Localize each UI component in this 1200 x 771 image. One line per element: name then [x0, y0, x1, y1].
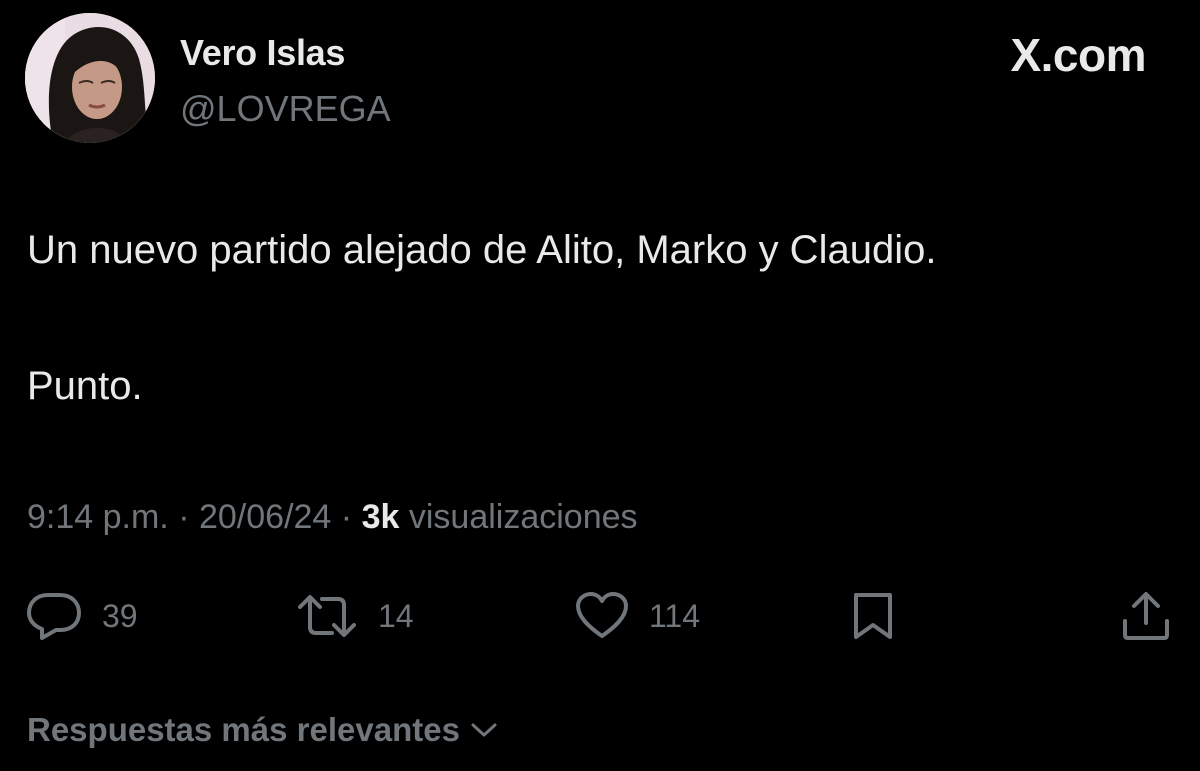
- tweet-meta: 9:14 p.m. · 20/06/24 · 3k visualizacione…: [27, 498, 638, 537]
- tweet-date[interactable]: 20/06/24: [199, 498, 331, 536]
- share-button[interactable]: [1120, 591, 1172, 641]
- replies-sort-label: Respuestas más relevantes: [27, 711, 460, 748]
- author-display-name[interactable]: Vero Islas: [180, 32, 345, 74]
- profile-photo: [25, 13, 155, 143]
- reply-icon: [27, 593, 81, 640]
- views-label: visualizaciones: [408, 498, 638, 536]
- chevron-down-icon: [471, 723, 497, 737]
- bookmark-button[interactable]: [850, 591, 896, 641]
- repost-count: 14: [378, 597, 414, 634]
- bookmark-icon: [854, 593, 892, 639]
- tweet-text-line: Un nuevo partido alejado de Alito, Marko…: [27, 228, 937, 272]
- tweet-time[interactable]: 9:14 p.m.: [27, 498, 169, 536]
- meta-separator: ·: [340, 498, 353, 536]
- views-count: 3k: [361, 498, 400, 536]
- brand-logo: X.com: [1010, 29, 1146, 81]
- replies-sort-dropdown[interactable]: Respuestas más relevantes: [27, 711, 498, 749]
- repost-icon: [298, 595, 356, 637]
- author-handle[interactable]: @LOVREGA: [180, 88, 391, 130]
- repost-button[interactable]: 14: [296, 591, 414, 641]
- meta-separator: ·: [178, 498, 190, 536]
- like-count: 114: [649, 597, 701, 634]
- heart-icon: [576, 592, 628, 638]
- reply-count: 39: [102, 597, 138, 634]
- tweet-text-line: Punto.: [27, 364, 143, 408]
- avatar[interactable]: [25, 13, 155, 143]
- reply-button[interactable]: 39: [26, 591, 138, 641]
- share-icon: [1123, 592, 1169, 640]
- like-button[interactable]: 114: [575, 591, 700, 641]
